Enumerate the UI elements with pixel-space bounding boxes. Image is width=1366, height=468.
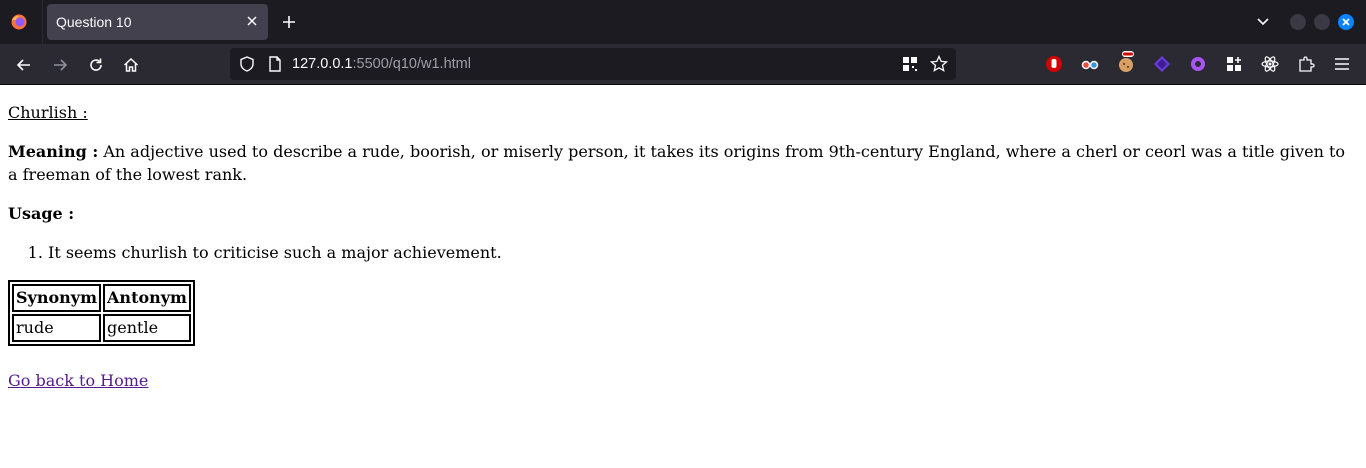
nav-bar: 127.0.0.1:5500/q10/w1.html — [0, 44, 1366, 85]
usage-list: It seems churlish to criticise such a ma… — [8, 241, 1358, 264]
synonym-antonym-table: Synonym Antonym rude gentle — [8, 280, 195, 346]
url-path: :5500/q10/w1.html — [352, 56, 471, 72]
forward-arrow-icon[interactable] — [51, 56, 69, 74]
back-arrow-icon[interactable] — [15, 56, 33, 74]
close-icon — [1342, 18, 1350, 26]
usage-item: It seems churlish to criticise such a ma… — [48, 241, 1358, 264]
page-icon[interactable] — [266, 55, 284, 73]
cookie-icon[interactable] — [1117, 51, 1135, 73]
url-text[interactable]: 127.0.0.1:5500/q10/w1.html — [292, 56, 471, 72]
close-icon[interactable] — [244, 13, 260, 29]
chevron-down-icon[interactable] — [1256, 15, 1270, 29]
cube-icon[interactable] — [1153, 55, 1171, 73]
antonym-header: Antonym — [103, 284, 191, 312]
menu-icon[interactable] — [1333, 55, 1351, 73]
tab-title: Question 10 — [56, 14, 132, 30]
glasses-icon[interactable] — [1081, 55, 1099, 73]
meaning-text: An adjective used to describe a rude, bo… — [8, 142, 1346, 184]
firefox-icon[interactable] — [11, 14, 27, 30]
new-tab-icon[interactable] — [281, 14, 297, 30]
minimize-button[interactable] — [1290, 14, 1306, 30]
page-content: Churlish : Meaning : An adjective used t… — [0, 101, 1366, 392]
synonym-cell: rude — [12, 314, 102, 342]
url-bar[interactable]: 127.0.0.1:5500/q10/w1.html — [230, 48, 956, 80]
url-host: 127.0.0.1 — [292, 56, 353, 72]
react-icon[interactable] — [1261, 55, 1279, 73]
meaning-paragraph: Meaning : An adjective used to describe … — [8, 140, 1358, 186]
bookmark-star-icon[interactable] — [930, 55, 948, 73]
synonym-header: Synonym — [12, 284, 102, 312]
active-tab[interactable]: Question 10 — [47, 4, 268, 40]
tab-separator — [42, 0, 43, 44]
qr-code-icon[interactable] — [902, 56, 918, 72]
window-close-button[interactable] — [1338, 14, 1354, 30]
table-row: rude gentle — [12, 314, 191, 342]
table-header-row: Synonym Antonym — [12, 284, 191, 312]
grid-plus-icon[interactable] — [1225, 55, 1243, 73]
home-link[interactable]: Go back to Home — [8, 371, 148, 390]
word-title: Churlish : — [8, 103, 88, 122]
usage-label: Usage : — [8, 204, 75, 223]
usage-heading: Usage : — [8, 202, 1358, 225]
ublock-icon[interactable] — [1045, 55, 1063, 73]
gear-extension-icon[interactable] — [1189, 55, 1207, 73]
extensions-puzzle-icon[interactable] — [1297, 55, 1315, 73]
maximize-button[interactable] — [1314, 14, 1330, 30]
antonym-cell: gentle — [103, 314, 191, 342]
shield-icon[interactable] — [238, 55, 256, 73]
home-icon[interactable] — [122, 56, 140, 74]
reload-icon[interactable] — [87, 56, 105, 74]
tab-bar: Question 10 — [0, 0, 1366, 44]
meaning-label: Meaning : — [8, 142, 99, 161]
